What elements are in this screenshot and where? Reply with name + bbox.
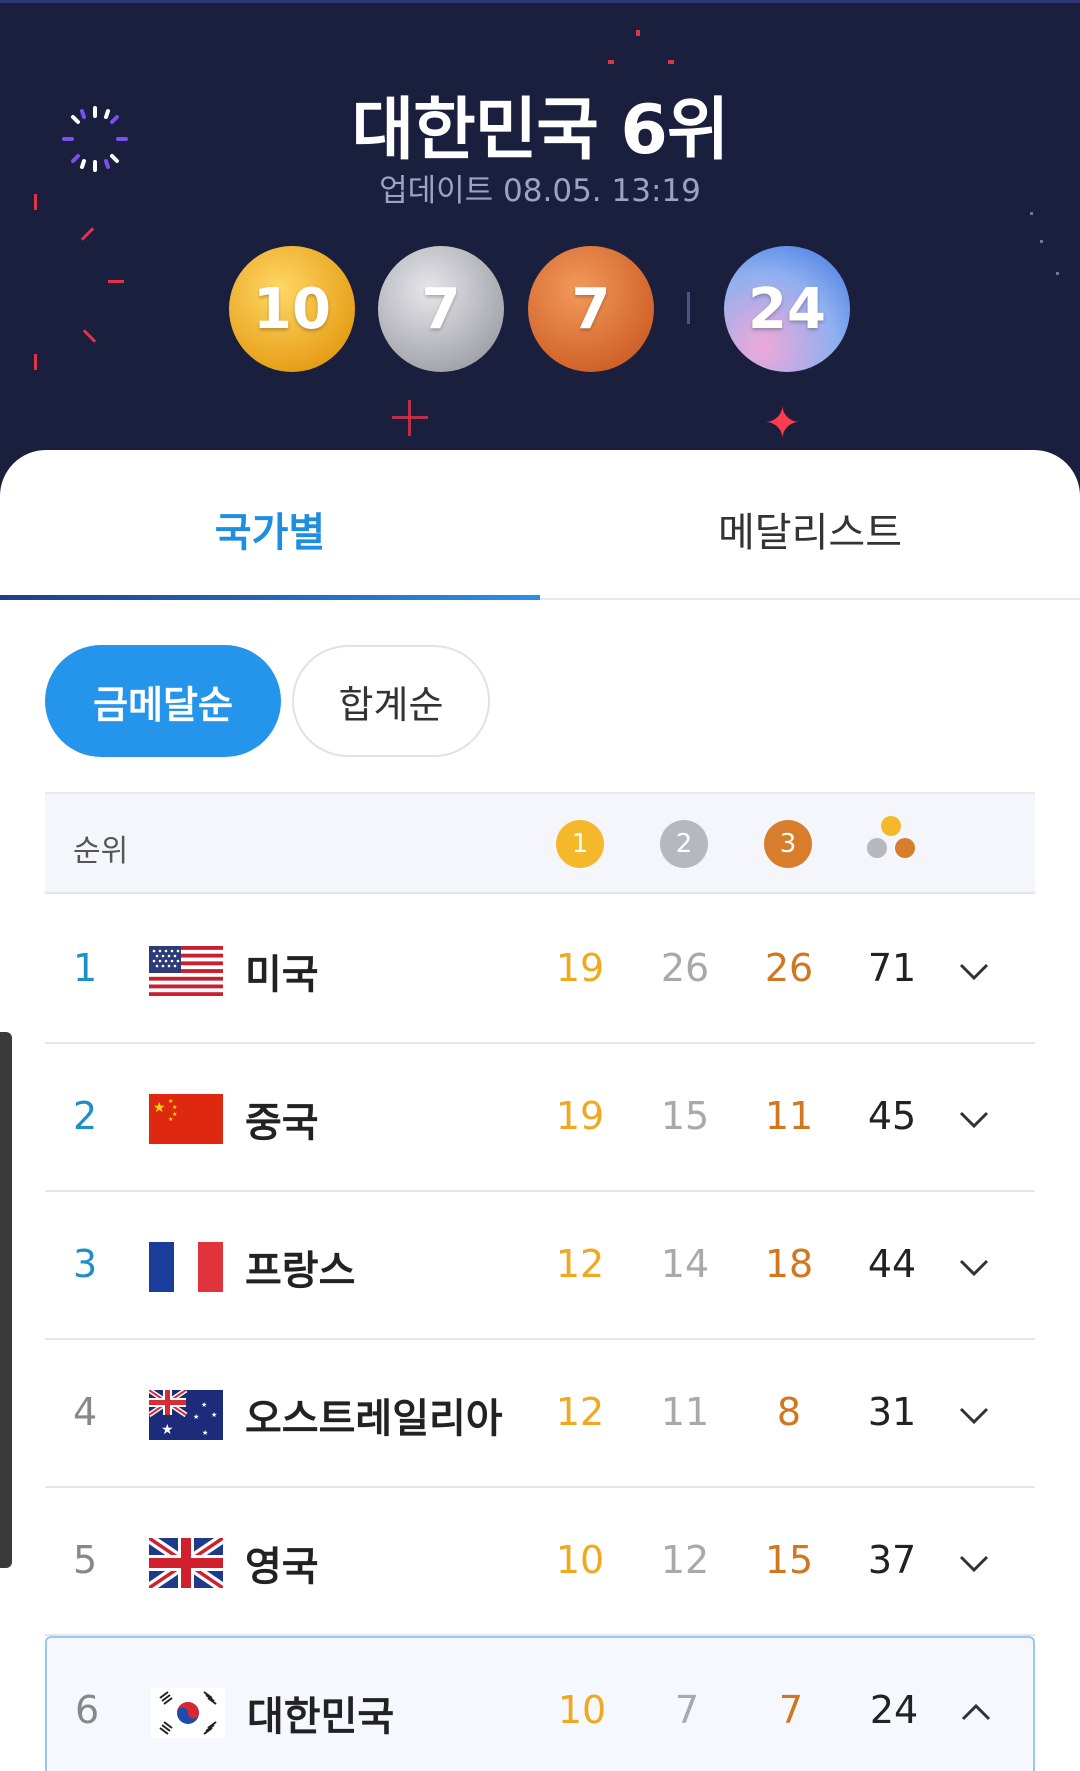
- chevron-down-icon[interactable]: [957, 1546, 991, 1580]
- korea-flag-icon: [151, 1688, 225, 1738]
- chevron-down-icon[interactable]: [957, 1250, 991, 1284]
- firework-cross: [392, 416, 428, 419]
- rank: 3: [73, 1242, 98, 1286]
- firework-streak: [108, 280, 124, 283]
- top-accent-line: [0, 0, 1080, 3]
- divider: [687, 292, 690, 324]
- usa-flag-icon: [149, 946, 223, 996]
- firework-streak: [82, 329, 97, 343]
- total-count: 37: [867, 1538, 917, 1582]
- firework-dot: [668, 60, 674, 64]
- chevron-down-icon[interactable]: [957, 1398, 991, 1432]
- silver-count: 26: [660, 946, 710, 990]
- svg-text:★: ★: [193, 1413, 199, 1421]
- tab-medalists[interactable]: 메달리스트: [540, 500, 1080, 558]
- svg-text:★: ★: [211, 1411, 217, 1419]
- total-medals-icon: [867, 816, 919, 868]
- silver-medal-icon: 2: [660, 820, 708, 868]
- gold-count: 12: [555, 1390, 605, 1434]
- australia-flag-icon: ★ ★ ★ ★ ★: [149, 1390, 223, 1440]
- svg-text:★: ★: [172, 1104, 177, 1111]
- table-header: 순위 1 2 3: [45, 792, 1035, 894]
- bronze-count: 7: [778, 1688, 804, 1732]
- bronze-count: 11: [764, 1094, 814, 1138]
- svg-text:★: ★: [168, 1116, 173, 1123]
- chevron-down-icon[interactable]: [957, 954, 991, 988]
- firework-streak: [80, 227, 95, 241]
- silver-count: 7: [674, 1688, 700, 1732]
- rank: 4: [73, 1390, 98, 1434]
- table-row[interactable]: 5 영국 10 12 15 37: [45, 1488, 1035, 1636]
- page-title: 대한민국 6위: [351, 91, 730, 170]
- bronze-count: 18: [764, 1242, 814, 1286]
- firework-streak: [34, 354, 37, 370]
- silver-count: 11: [660, 1390, 710, 1434]
- gold-count: 10: [555, 1538, 605, 1582]
- rank: 1: [73, 946, 98, 990]
- country-name: 중국: [245, 1100, 319, 1146]
- bronze-count: 15: [764, 1538, 814, 1582]
- uk-flag-icon: [149, 1538, 223, 1588]
- chevron-down-icon[interactable]: [957, 1102, 991, 1136]
- svg-text:★: ★: [202, 1429, 208, 1437]
- gold-count: 19: [555, 946, 605, 990]
- gold-medal-icon: 1: [556, 820, 604, 868]
- total-medal-count: 24: [724, 246, 850, 372]
- firework-dot: [608, 60, 614, 64]
- gold-count: 12: [555, 1242, 605, 1286]
- tab-bar: 국가별 메달리스트: [0, 450, 1080, 600]
- firework-dot: [1040, 240, 1043, 243]
- svg-text:★: ★: [161, 1422, 174, 1438]
- total-count: 45: [867, 1094, 917, 1138]
- medal-table-panel: 국가별 메달리스트 금메달순 합계순 순위 1 2 3 1 미국 19 26 2…: [0, 450, 1080, 1771]
- country-name: 프랑스: [245, 1248, 356, 1294]
- total-count: 44: [867, 1242, 917, 1286]
- active-tab-indicator: [0, 595, 540, 600]
- total-count: 24: [869, 1688, 919, 1732]
- france-flag-icon: [149, 1242, 223, 1292]
- firework-dot: [636, 30, 640, 36]
- country-name: 영국: [245, 1544, 319, 1590]
- svg-text:★: ★: [153, 1100, 166, 1116]
- sort-by-total-button[interactable]: 합계순: [292, 645, 490, 757]
- table-row[interactable]: 1 미국 19 26 26 71: [45, 896, 1035, 1044]
- firework-dot: [1056, 272, 1059, 275]
- medal-summary-header: ✦ 대한민국 6위 업데이트 08.05. 13:19 10 7 7 24: [0, 0, 1080, 500]
- gold-count: 10: [557, 1688, 607, 1732]
- rank: 6: [75, 1688, 100, 1732]
- total-count: 31: [867, 1390, 917, 1434]
- table-row[interactable]: 4 ★ ★ ★ ★ ★ 오스트레일리아 12 11 8 31: [45, 1340, 1035, 1488]
- table-row[interactable]: 3 프랑스 12 14 18 44: [45, 1192, 1035, 1340]
- gold-count: 19: [555, 1094, 605, 1138]
- silver-count: 12: [660, 1538, 710, 1582]
- gold-medal-count: 10: [229, 246, 355, 372]
- bronze-count: 8: [776, 1390, 802, 1434]
- country-name: 대한민국: [247, 1694, 395, 1740]
- china-flag-icon: ★ ★ ★ ★ ★: [149, 1094, 223, 1144]
- scrollbar[interactable]: [0, 1032, 12, 1568]
- sparkle-icon: ✦: [764, 398, 801, 449]
- firework-dot: [1030, 212, 1033, 215]
- silver-count: 15: [660, 1094, 710, 1138]
- table-row-highlighted[interactable]: 6 대한민국 10 7 7 24: [45, 1636, 1035, 1771]
- bronze-medal-count: 7: [528, 246, 654, 372]
- bronze-medal-icon: 3: [764, 820, 812, 868]
- country-name: 미국: [245, 952, 319, 998]
- silver-medal-count: 7: [378, 246, 504, 372]
- rank: 5: [73, 1538, 98, 1582]
- sort-by-gold-button[interactable]: 금메달순: [45, 645, 281, 757]
- svg-text:★: ★: [201, 1401, 207, 1409]
- total-count: 71: [867, 946, 917, 990]
- country-name: 오스트레일리아: [245, 1396, 503, 1442]
- rank-column-header: 순위: [73, 834, 129, 869]
- tab-by-country[interactable]: 국가별: [0, 500, 540, 558]
- bronze-count: 26: [764, 946, 814, 990]
- chevron-up-icon[interactable]: [959, 1696, 993, 1730]
- table-row[interactable]: 2 ★ ★ ★ ★ ★ 중국 19 15 11 45: [45, 1044, 1035, 1192]
- rank: 2: [73, 1094, 98, 1138]
- silver-count: 14: [660, 1242, 710, 1286]
- update-timestamp: 업데이트 08.05. 13:19: [379, 173, 701, 209]
